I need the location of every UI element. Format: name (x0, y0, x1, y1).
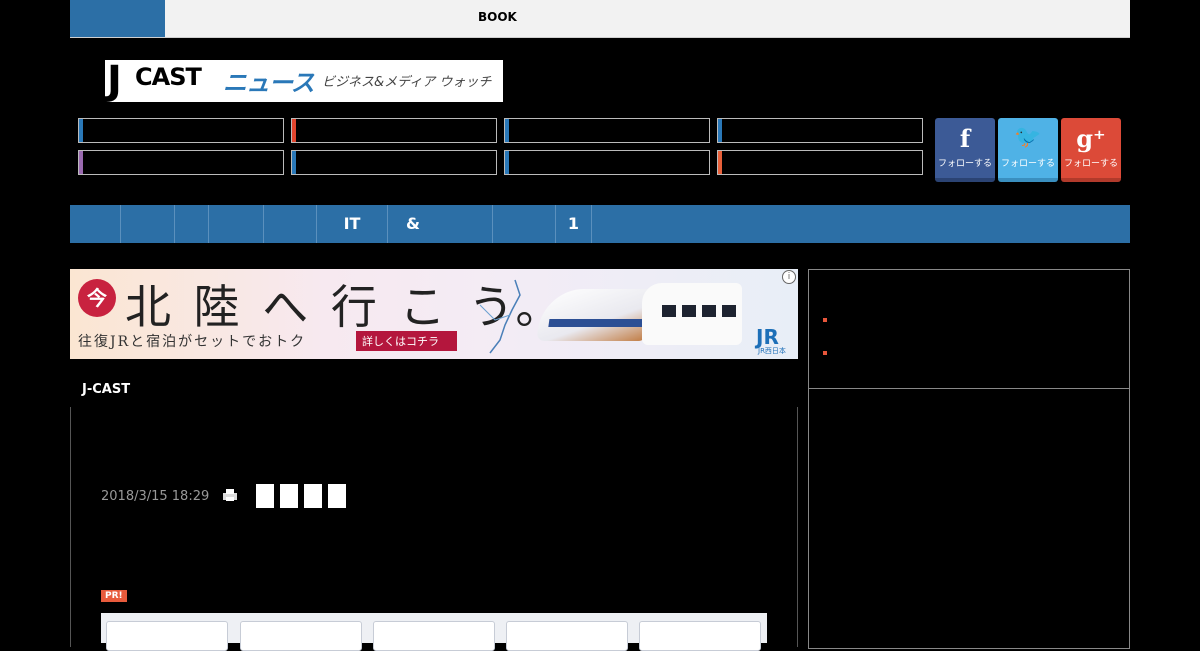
facebook-follow-button[interactable]: f フォローする (935, 118, 995, 182)
follow-label: フォローする (937, 159, 992, 169)
category-link[interactable] (291, 118, 497, 143)
nav-item[interactable] (70, 205, 121, 243)
follow-label: フォローする (1000, 159, 1055, 169)
category-accent (718, 151, 722, 174)
category-link[interactable] (78, 118, 284, 143)
share-button[interactable] (328, 484, 346, 508)
bullet-icon (823, 318, 827, 322)
twitter-icon: 🐦 (1014, 124, 1042, 150)
category-accent (505, 151, 509, 174)
banner-subline: 往復JRと宿泊がセットでおトク (78, 334, 307, 350)
twitter-follow-button[interactable]: 🐦 フォローする (998, 118, 1058, 182)
nav-item[interactable] (494, 205, 556, 243)
banner-badge: 今 (78, 279, 116, 317)
share-button[interactable] (280, 484, 298, 508)
nav-item-it[interactable]: IT (317, 205, 388, 243)
article-body (70, 407, 798, 647)
ad-info-icon[interactable]: i (782, 270, 796, 284)
pr-link-card[interactable] (639, 621, 761, 651)
category-link[interactable] (291, 150, 497, 175)
category-accent (292, 151, 296, 174)
nav-item-amp[interactable]: & (388, 205, 493, 243)
category-link[interactable] (717, 150, 923, 175)
sidebar-box (808, 269, 1130, 389)
print-icon[interactable] (222, 489, 238, 501)
train-image (642, 283, 742, 345)
jr-logo-sub: JR西日本 (758, 347, 786, 355)
category-link[interactable] (504, 150, 710, 175)
category-accent (718, 119, 722, 142)
top-bar-book-link[interactable]: BOOK (478, 10, 517, 24)
nav-item[interactable] (209, 205, 264, 243)
category-accent (79, 119, 83, 142)
pr-links-box (101, 613, 767, 651)
googleplus-icon: g⁺ (1076, 124, 1106, 153)
sidebar-box (808, 389, 1130, 649)
category-accent (292, 119, 296, 142)
pr-link-card[interactable] (106, 621, 228, 651)
ad-banner[interactable]: 今 北 陸 へ 行 こ う。 往復JRと宿泊がセットでおトク 詳しくはコチラ J… (70, 269, 798, 359)
banner-more-button[interactable]: 詳しくはコチラ (356, 331, 457, 351)
bullet-icon (823, 351, 827, 355)
share-button[interactable] (256, 484, 274, 508)
nav-item[interactable] (121, 205, 175, 243)
top-bar-home-tab[interactable] (70, 0, 165, 37)
category-link[interactable] (717, 118, 923, 143)
nav-item-1[interactable]: 1 (556, 205, 592, 243)
nav-item[interactable] (264, 205, 317, 243)
top-bar: BOOK (70, 0, 1130, 38)
follow-label: フォローする (1063, 159, 1118, 169)
article-date: 2018/3/15 18:29 (101, 489, 210, 504)
logo-news: ニュース (223, 69, 315, 97)
pr-link-card[interactable] (506, 621, 628, 651)
section-label: J-CAST (82, 382, 131, 397)
category-accent (79, 151, 83, 174)
jcast-news-logo[interactable]: J CAST ニュース ビジネス&メディア ウォッチ (105, 58, 503, 104)
pr-link-card[interactable] (240, 621, 362, 651)
main-nav: IT & 1 (70, 205, 1130, 243)
category-accent (505, 119, 509, 142)
category-link[interactable] (78, 150, 284, 175)
route-map-icon (479, 279, 521, 354)
logo-cast: CAST (135, 63, 202, 91)
facebook-icon: f (959, 124, 971, 153)
pr-badge: PR! (101, 590, 127, 602)
share-button[interactable] (304, 484, 322, 508)
googleplus-follow-button[interactable]: g⁺ フォローする (1061, 118, 1121, 182)
logo-j: J (107, 58, 122, 104)
nav-item[interactable] (175, 205, 209, 243)
pr-link-card[interactable] (373, 621, 495, 651)
logo-tagline: ビジネス&メディア ウォッチ (322, 75, 492, 90)
category-link[interactable] (504, 118, 710, 143)
